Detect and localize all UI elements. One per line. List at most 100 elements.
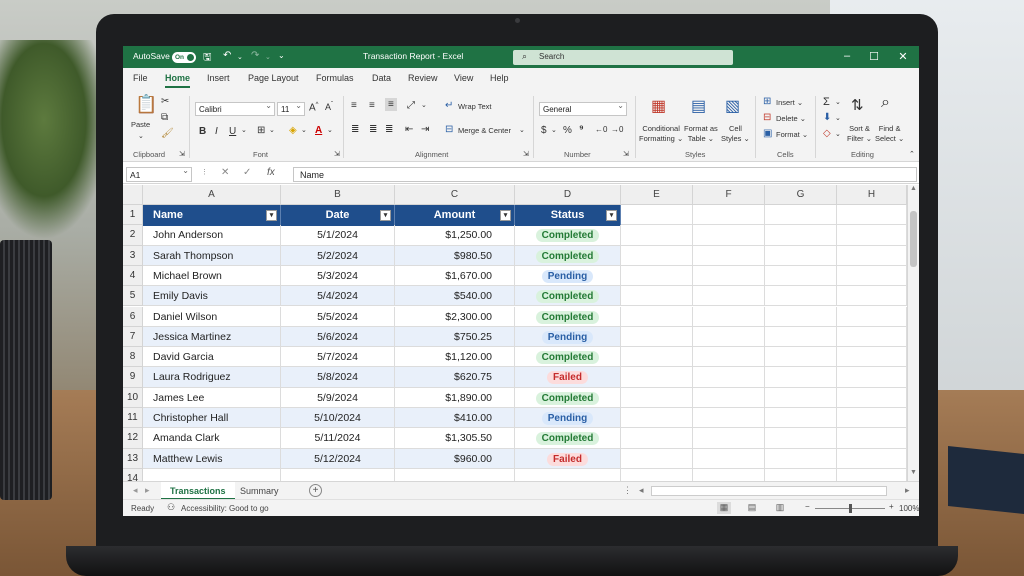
format-painter-icon[interactable]: 🖌: [161, 128, 174, 139]
table-cell-date[interactable]: 5/6/2024: [281, 326, 395, 348]
scroll-down-icon[interactable]: ▼: [910, 469, 917, 476]
empty-cell[interactable]: [765, 428, 837, 449]
scroll-right-icon[interactable]: ▸: [905, 485, 910, 496]
column-header-d[interactable]: D: [515, 185, 621, 205]
row-header[interactable]: 11: [123, 408, 143, 429]
save-icon[interactable]: 🖫: [203, 50, 212, 67]
table-cell-amount[interactable]: [395, 468, 515, 481]
empty-cell[interactable]: [837, 448, 907, 469]
scroll-up-icon[interactable]: ▲: [910, 185, 917, 192]
conditional-formatting-button[interactable]: Conditional Formatting ⌄: [639, 124, 683, 144]
table-cell-date[interactable]: 5/7/2024: [281, 347, 395, 368]
empty-cell[interactable]: [621, 468, 693, 481]
row-header[interactable]: 7: [123, 326, 143, 348]
table-cell-name[interactable]: Matthew Lewis: [143, 448, 281, 469]
empty-cell[interactable]: [837, 347, 907, 368]
zoom-slider-thumb[interactable]: [849, 504, 852, 513]
row-header[interactable]: 12: [123, 428, 143, 449]
empty-cell[interactable]: [621, 448, 693, 469]
empty-cell[interactable]: [765, 286, 837, 307]
wrap-text-icon[interactable]: ↵: [445, 100, 453, 111]
empty-cell[interactable]: [621, 265, 693, 287]
increase-font-icon[interactable]: A^: [309, 102, 319, 113]
merge-center-icon[interactable]: ⊟: [445, 124, 453, 135]
filter-dropdown-icon[interactable]: ▾: [606, 210, 617, 221]
empty-cell[interactable]: [693, 448, 765, 469]
row-header[interactable]: 14: [123, 468, 143, 481]
cut-icon[interactable]: ✂: [161, 96, 169, 107]
autosum-dropdown-icon[interactable]: ⌄: [835, 98, 841, 106]
page-layout-view-icon[interactable]: ▤: [745, 502, 759, 514]
conditional-formatting-icon[interactable]: ▦: [651, 96, 666, 116]
table-cell-status[interactable]: Completed: [515, 225, 621, 246]
orientation-dropdown-icon[interactable]: ⌄: [421, 101, 427, 109]
insert-function-icon[interactable]: fx: [267, 167, 275, 178]
empty-cell[interactable]: [621, 205, 693, 226]
decrease-indent-icon[interactable]: ⇤: [405, 124, 413, 135]
empty-cell[interactable]: [765, 448, 837, 469]
accessibility-icon[interactable]: ⚇: [167, 502, 175, 513]
align-right-icon[interactable]: ≣: [385, 124, 393, 135]
empty-cell[interactable]: [693, 326, 765, 348]
table-cell-amount[interactable]: $2,300.00: [395, 306, 515, 327]
sheet-tab-summary[interactable]: Summary: [231, 482, 288, 500]
format-cells-icon[interactable]: ▣: [763, 128, 772, 139]
empty-cell[interactable]: [621, 347, 693, 368]
empty-cell[interactable]: [621, 326, 693, 348]
font-color-icon[interactable]: A: [315, 125, 322, 136]
font-name-select[interactable]: Calibri: [195, 101, 275, 116]
vertical-scroll-thumb[interactable]: [910, 211, 917, 267]
autosum-icon[interactable]: Σ: [823, 96, 830, 108]
fill-dropdown-icon[interactable]: ⌄: [835, 114, 841, 122]
table-cell-status[interactable]: Pending: [515, 265, 621, 287]
empty-cell[interactable]: [621, 387, 693, 408]
maximize-button[interactable]: ☐: [864, 50, 884, 63]
clipboard-launcher-icon[interactable]: ⇲: [179, 150, 185, 158]
increase-decimal-icon[interactable]: ←0: [595, 125, 607, 134]
customize-toolbar-icon[interactable]: ⌄: [278, 51, 285, 60]
table-cell-name[interactable]: Emily Davis: [143, 286, 281, 307]
row-header[interactable]: 3: [123, 245, 143, 266]
tab-help[interactable]: Help: [490, 73, 509, 83]
table-cell-status[interactable]: Failed: [515, 367, 621, 388]
empty-cell[interactable]: [765, 306, 837, 327]
undo-icon[interactable]: ↶: [223, 50, 231, 61]
redo-dropdown-icon[interactable]: ⌄: [265, 53, 271, 61]
filter-dropdown-icon[interactable]: ▾: [380, 210, 391, 221]
tab-data[interactable]: Data: [372, 73, 391, 83]
cancel-entry-icon[interactable]: ✕: [221, 167, 229, 178]
format-as-table-button[interactable]: Format as Table ⌄: [684, 124, 718, 144]
horizontal-scrollbar[interactable]: [651, 486, 887, 496]
table-cell-date[interactable]: 5/2/2024: [281, 245, 395, 266]
number-launcher-icon[interactable]: ⇲: [623, 150, 629, 158]
table-cell-name[interactable]: James Lee: [143, 387, 281, 408]
zoom-in-icon[interactable]: +: [889, 502, 894, 511]
empty-cell[interactable]: [837, 245, 907, 266]
search-box[interactable]: ⌕ Search: [513, 50, 733, 65]
column-header-a[interactable]: A: [143, 185, 281, 205]
empty-cell[interactable]: [765, 387, 837, 408]
table-cell-date[interactable]: 5/5/2024: [281, 306, 395, 327]
empty-cell[interactable]: [765, 245, 837, 266]
row-header[interactable]: 13: [123, 448, 143, 469]
table-cell-name[interactable]: Daniel Wilson: [143, 306, 281, 327]
table-cell-status[interactable]: Completed: [515, 286, 621, 307]
tab-insert[interactable]: Insert: [207, 73, 230, 83]
empty-cell[interactable]: [693, 468, 765, 481]
table-cell-name[interactable]: Jessica Martinez: [143, 326, 281, 348]
table-cell-amount[interactable]: $410.00: [395, 408, 515, 429]
sort-filter-button[interactable]: Sort & Filter ⌄: [847, 124, 872, 144]
cell-styles-icon[interactable]: ▧: [725, 96, 740, 116]
table-cell-status[interactable]: Completed: [515, 245, 621, 266]
column-header-c[interactable]: C: [395, 185, 515, 205]
merge-dropdown-icon[interactable]: ⌄: [519, 126, 525, 134]
table-cell-amount[interactable]: $540.00: [395, 286, 515, 307]
empty-cell[interactable]: [621, 408, 693, 429]
empty-cell[interactable]: [693, 408, 765, 429]
column-header-e[interactable]: E: [621, 185, 693, 205]
empty-cell[interactable]: [621, 245, 693, 266]
borders-dropdown-icon[interactable]: ⌄: [269, 126, 275, 134]
empty-cell[interactable]: [837, 225, 907, 246]
table-cell-amount[interactable]: $980.50: [395, 245, 515, 266]
table-cell-date[interactable]: 5/4/2024: [281, 286, 395, 307]
